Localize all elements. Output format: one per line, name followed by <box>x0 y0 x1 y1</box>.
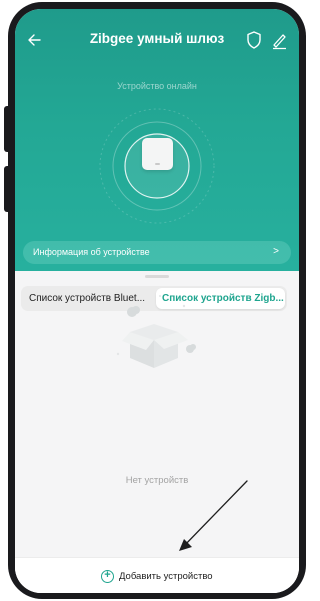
empty-box-icon <box>116 295 196 368</box>
plus-circle-icon: + <box>101 569 114 583</box>
bottom-bar: + Добавить устройство <box>15 557 299 593</box>
device-info-label: Информация об устройстве <box>33 247 150 257</box>
top-bar: Zibgee умный шлюз <box>15 27 299 53</box>
chevron-right-icon: > <box>273 246 279 257</box>
page-title: Zibgee умный шлюз <box>89 31 225 46</box>
shield-icon[interactable] <box>245 30 263 50</box>
app-screen: Zibgee умный шлюз Устройство онлайн Инфо… <box>15 9 299 593</box>
add-device-label: Добавить устройство <box>119 570 213 582</box>
empty-state-label: Нет устройств <box>125 475 189 486</box>
gateway-device-icon <box>142 138 173 170</box>
device-info-button[interactable]: Информация об устройстве > <box>23 241 291 264</box>
add-device-button[interactable]: + Добавить устройство <box>101 567 213 585</box>
device-header: Zibgee умный шлюз Устройство онлайн Инфо… <box>15 9 299 271</box>
edit-pencil-icon[interactable] <box>270 30 288 50</box>
side-button-lower <box>4 166 12 212</box>
device-led <box>155 163 160 165</box>
device-status: Устройство онлайн <box>117 81 197 91</box>
annotation-arrow <box>179 480 248 551</box>
sheet-grabber[interactable] <box>145 275 169 278</box>
side-button-upper <box>4 106 12 152</box>
back-arrow-icon[interactable] <box>25 29 47 51</box>
